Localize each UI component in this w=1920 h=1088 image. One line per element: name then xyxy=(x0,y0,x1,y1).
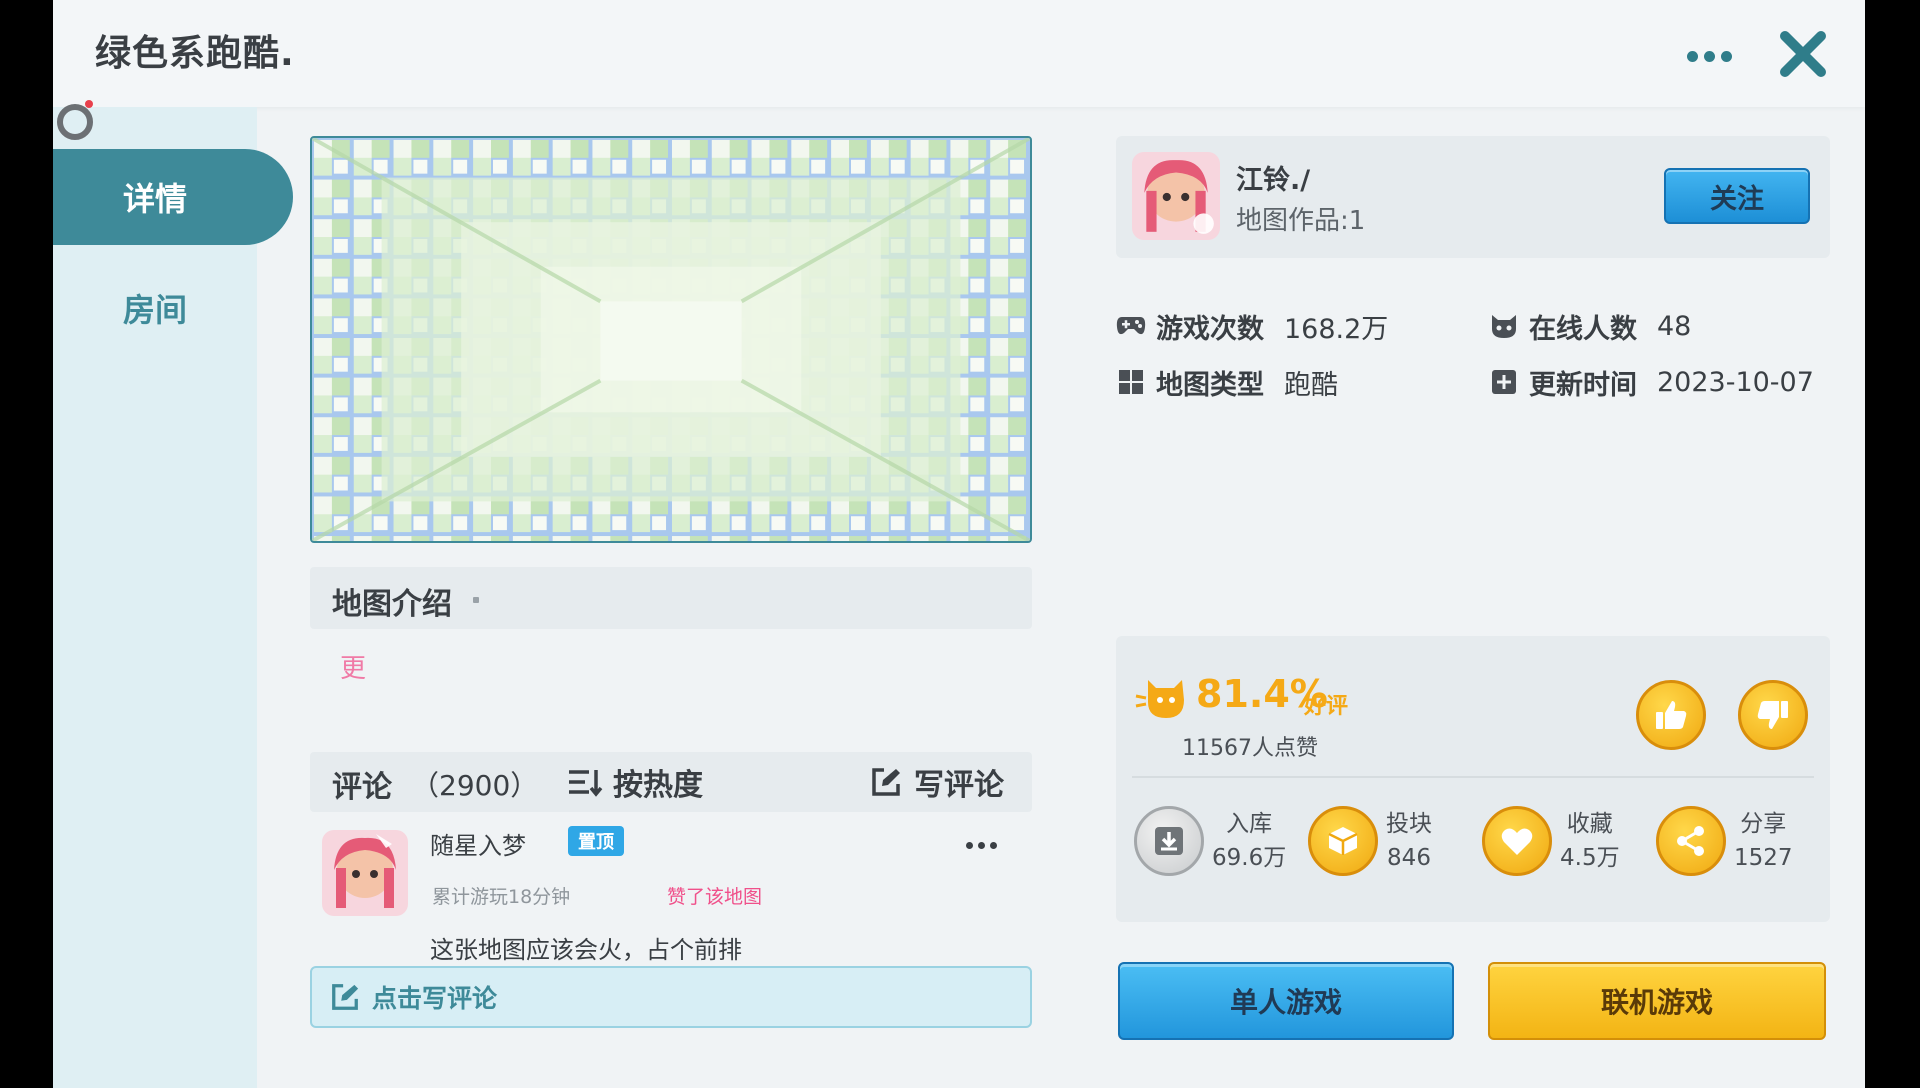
stat-plays: 游戏次数 168.2万 xyxy=(1116,306,1388,346)
comment-input-placeholder: 点击写评论 xyxy=(372,984,498,1013)
intro-more-link[interactable]: 更 xyxy=(340,648,366,685)
block-icon xyxy=(1308,806,1378,876)
thumbs-down-icon[interactable] xyxy=(1738,680,1808,750)
rating-divider xyxy=(1132,776,1814,778)
rating-card: 81.4% 好评 11567人点赞 入库 69.6万 投块 846 收藏 4.5… xyxy=(1116,636,1830,922)
intro-section: 地图介绍 xyxy=(310,567,1032,629)
rating-likes: 11567人点赞 xyxy=(1182,736,1318,761)
stat-online: 在线人数 48 xyxy=(1489,306,1691,346)
type-value: 跑酷 xyxy=(1284,369,1338,401)
online-label: 在线人数 xyxy=(1529,313,1637,345)
tab-room[interactable]: 房间 xyxy=(53,260,257,356)
author-name: 江铃./ xyxy=(1236,165,1311,196)
thumbs-up-icon[interactable] xyxy=(1636,680,1706,750)
write-comment-button[interactable]: 写评论 xyxy=(870,762,1004,803)
online-value: 48 xyxy=(1657,310,1692,342)
plays-value: 168.2万 xyxy=(1284,313,1389,345)
block-value: 846 xyxy=(1387,845,1431,871)
commenter-avatar[interactable] xyxy=(322,830,408,916)
write-comment-label: 写评论 xyxy=(914,768,1004,803)
edit-icon xyxy=(872,768,900,796)
comment-input[interactable]: 点击写评论 xyxy=(310,966,1032,1028)
sort-by-hot-button[interactable]: 按热度 xyxy=(567,762,703,803)
updated-value: 2023-10-07 xyxy=(1657,366,1814,398)
plus-square-icon xyxy=(1489,367,1519,397)
plays-label: 游戏次数 xyxy=(1156,313,1264,345)
sidebar xyxy=(53,107,257,1088)
edit-icon xyxy=(332,984,359,1010)
single-player-button[interactable]: 单人游戏 xyxy=(1118,962,1454,1040)
donate-block-button[interactable]: 投块 846 xyxy=(1308,804,1432,878)
favorite-value: 4.5万 xyxy=(1560,845,1620,871)
share-label: 分享 xyxy=(1740,811,1787,837)
commenter-name: 随星入梦 xyxy=(430,832,526,860)
updated-label: 更新时间 xyxy=(1529,369,1637,401)
map-preview-image xyxy=(310,136,1032,543)
library-label: 入库 xyxy=(1226,811,1273,837)
download-icon xyxy=(1134,806,1204,876)
gamepad-icon xyxy=(1116,311,1146,341)
heart-icon xyxy=(1482,806,1552,876)
comments-header: 评论 （2900） 按热度 写评论 xyxy=(310,752,1032,812)
happy-cat-icon xyxy=(1135,680,1184,718)
more-dots-icon[interactable] xyxy=(1677,36,1741,76)
close-icon[interactable] xyxy=(1777,28,1829,80)
multiplayer-button[interactable]: 联机游戏 xyxy=(1488,962,1826,1040)
comment-item: 随星入梦 置顶 累计游玩18分钟 赞了该地图 这张地图应该会火，占个前排 xyxy=(310,826,1032,966)
comment-text: 这张地图应该会火，占个前排 xyxy=(430,936,742,964)
author-works-count: 地图作品:1 xyxy=(1236,206,1366,236)
comments-label: 评论 xyxy=(332,770,392,805)
rating-good-label: 好评 xyxy=(1304,694,1349,719)
intro-dot xyxy=(473,597,479,603)
share-icon xyxy=(1656,806,1726,876)
author-card: 江铃./ 地图作品:1 关注 xyxy=(1116,136,1830,258)
sort-icon xyxy=(569,770,603,797)
favorite-label: 收藏 xyxy=(1566,811,1613,837)
pinned-badge: 置顶 xyxy=(568,826,624,856)
grid-icon xyxy=(1116,367,1146,397)
intro-title: 地图介绍 xyxy=(332,587,452,622)
type-label: 地图类型 xyxy=(1156,369,1264,401)
map-detail-window: 绿色系跑酷. 详情 房间 地图介绍 更 评论 （2900） 按热度 写评论 随星… xyxy=(53,0,1865,1088)
add-to-library-button[interactable]: 入库 69.6万 xyxy=(1134,804,1286,878)
tab-details[interactable]: 详情 xyxy=(53,149,293,245)
comments-count: （2900） xyxy=(411,769,539,802)
favorite-button[interactable]: 收藏 4.5万 xyxy=(1482,804,1620,878)
map-stats: 游戏次数 168.2万 在线人数 48 地图类型 跑酷 更新时间 2023-10… xyxy=(1116,300,1830,420)
library-value: 69.6万 xyxy=(1212,845,1287,871)
sort-label: 按热度 xyxy=(613,768,703,803)
block-label: 投块 xyxy=(1386,811,1432,837)
share-value: 1527 xyxy=(1734,845,1793,871)
comment-more-icon[interactable] xyxy=(966,842,997,849)
page-title: 绿色系跑酷. xyxy=(95,33,295,74)
players-icon xyxy=(1489,311,1519,341)
stat-updated: 更新时间 2023-10-07 xyxy=(1489,362,1814,402)
loading-ring-icon xyxy=(57,100,93,140)
liked-map-tag: 赞了该地图 xyxy=(667,886,763,908)
stat-type: 地图类型 跑酷 xyxy=(1116,362,1338,402)
header-bar: 绿色系跑酷. xyxy=(53,0,1865,107)
author-avatar[interactable] xyxy=(1132,152,1220,240)
commenter-playtime: 累计游玩18分钟 xyxy=(432,886,571,908)
share-button[interactable]: 分享 1527 xyxy=(1656,804,1793,878)
follow-button[interactable]: 关注 xyxy=(1664,168,1810,224)
